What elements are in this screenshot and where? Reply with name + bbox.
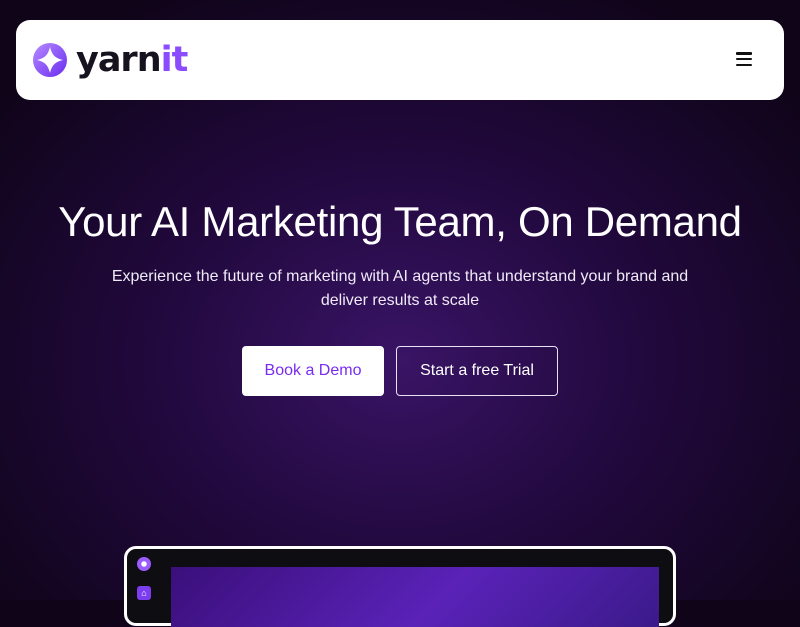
hero-subtitle: Experience the future of marketing with … xyxy=(111,268,689,309)
yarnit-logo-icon xyxy=(33,43,67,77)
hamburger-menu-icon[interactable] xyxy=(736,51,752,67)
home-icon: ⌂ xyxy=(137,586,151,600)
brand-logo[interactable]: yarnit xyxy=(32,40,188,80)
brand-name: yarnit xyxy=(76,40,188,80)
preview-logo-icon xyxy=(137,557,151,571)
start-free-trial-button[interactable]: Start a free Trial xyxy=(396,346,558,396)
preview-screen xyxy=(171,567,659,627)
app-preview-window: ⌂ xyxy=(124,546,676,627)
top-navbar: yarnit xyxy=(16,20,784,100)
book-demo-button[interactable]: Book a Demo xyxy=(242,346,384,396)
hero-title: Your AI Marketing Team, On Demand xyxy=(58,198,742,245)
